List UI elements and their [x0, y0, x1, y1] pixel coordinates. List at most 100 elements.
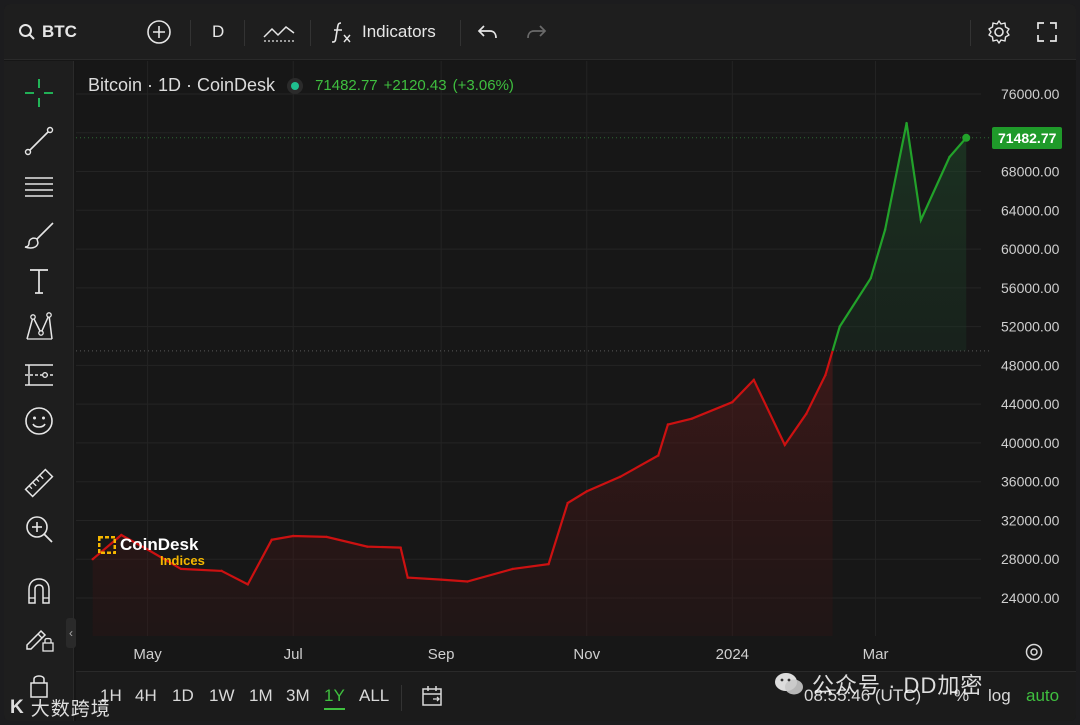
date-range-button[interactable] [420, 684, 444, 713]
log-toggle[interactable]: log [988, 686, 1011, 706]
text-tool[interactable] [21, 263, 57, 299]
data-point [511, 567, 514, 571]
drawing-toolbar: ‹ [4, 61, 76, 721]
data-point [690, 417, 693, 420]
coindesk-wordmark: CoinDesk [120, 535, 199, 554]
corner-text: 大数跨境 [30, 699, 111, 720]
settings-button[interactable] [986, 4, 1012, 60]
data-point [179, 567, 183, 571]
legend-change-pct: (+3.06%) [452, 77, 514, 94]
brand-mark-icon: K [10, 696, 25, 718]
toolbar-divider [244, 20, 245, 46]
time-tick-label: Sep [428, 646, 455, 663]
range-1y[interactable]: 1Y [324, 686, 345, 710]
measure-lines-icon [25, 364, 53, 386]
range-1d[interactable]: 1D [172, 686, 194, 706]
coindesk-logo: CoinDesk Indices [98, 535, 205, 568]
wechat-watermark: 公众号 · DD加密 [774, 668, 983, 700]
toolbar-divider [401, 685, 402, 711]
ruler-tool[interactable] [21, 465, 57, 501]
time-tick-label: Mar [863, 646, 889, 663]
brush-icon [24, 222, 54, 249]
toolbar-divider [970, 20, 971, 46]
data-point [270, 538, 273, 542]
data-point [220, 569, 223, 573]
legend-values: 71482.77 +2120.43 (+3.06%) [315, 77, 514, 94]
zoom-tool[interactable] [21, 511, 57, 547]
last-price-marker [962, 133, 971, 142]
add-circle-icon [147, 20, 171, 44]
legend-last: 71482.77 [315, 77, 378, 94]
interval-button[interactable]: D [212, 4, 224, 60]
auto-toggle[interactable]: auto [1026, 686, 1059, 706]
pattern-tool[interactable] [21, 309, 57, 345]
data-point [365, 545, 369, 548]
undo-icon [477, 25, 497, 39]
range-1m[interactable]: 1M [249, 686, 273, 706]
gear-icon [988, 20, 1010, 44]
price-chart[interactable]: 76000.00 68000.00 64000.00 60000.00 56000.00… [76, 61, 1076, 671]
data-point [399, 546, 402, 549]
lock-drawings-tool[interactable] [21, 619, 57, 655]
collapse-toolbar-button[interactable]: ‹ [66, 618, 76, 648]
redo-icon [527, 25, 547, 39]
pattern-icon [26, 312, 53, 340]
trendline-icon [24, 126, 54, 156]
text-icon [30, 269, 48, 294]
pencil-lock-icon [26, 629, 54, 652]
coindesk-mark-icon [98, 536, 116, 554]
data-point [566, 501, 569, 505]
legend-change: +2120.43 [383, 77, 447, 94]
price-tick-label: 36000.00 [1001, 474, 1060, 490]
indicators-label: Indicators [362, 22, 436, 41]
symbol-search-button[interactable]: BTC [18, 4, 77, 60]
target-icon [1025, 643, 1043, 661]
range-4h[interactable]: 4H [135, 686, 157, 706]
range-3m[interactable]: 3M [286, 686, 310, 706]
fullscreen-button[interactable] [1036, 4, 1058, 60]
undo-button[interactable] [476, 4, 498, 60]
data-point [666, 423, 670, 426]
prediction-tool[interactable] [21, 357, 57, 393]
price-tick-label: 60000.00 [1001, 241, 1060, 257]
reset-view-button[interactable] [1024, 642, 1044, 667]
down-area-fill [92, 350, 833, 636]
brush-tool[interactable] [21, 217, 57, 253]
price-tick-label: 24000.00 [1001, 590, 1060, 606]
data-point [805, 412, 808, 416]
emoji-tool[interactable] [21, 403, 57, 439]
chart-legend: Bitcoin · 1D · CoinDesk 71482.77 +2120.4… [88, 75, 514, 96]
data-point [439, 578, 443, 581]
price-tick-label: 48000.00 [1001, 357, 1060, 373]
data-point [869, 276, 872, 280]
crosshair-tool[interactable] [21, 75, 57, 111]
data-point [657, 454, 660, 457]
data-point [824, 373, 827, 377]
indicators-button[interactable]: Indicators [330, 4, 436, 60]
trendline-tool[interactable] [21, 123, 57, 159]
data-point [838, 325, 841, 328]
toolbar-divider [310, 20, 311, 46]
data-point [618, 475, 622, 479]
data-point [919, 218, 923, 222]
compare-button[interactable] [146, 4, 172, 60]
redo-button[interactable] [526, 4, 548, 60]
data-point [91, 558, 94, 561]
range-all[interactable]: ALL [359, 686, 389, 706]
zoom-in-icon [26, 516, 53, 543]
interval-label: D [212, 22, 225, 41]
price-tick-label: 68000.00 [1001, 164, 1060, 180]
magnet-tool[interactable] [21, 573, 57, 609]
price-tick-label: 44000.00 [1001, 396, 1060, 412]
price-tick-label: 40000.00 [1001, 435, 1060, 451]
price-tick-label: 52000.00 [1001, 319, 1060, 335]
price-tick-label: 28000.00 [1001, 551, 1060, 567]
data-point [325, 535, 328, 539]
magnet-icon [28, 578, 50, 604]
chart-pane[interactable]: 76000.00 68000.00 64000.00 60000.00 56000.00… [76, 61, 1076, 721]
range-1w[interactable]: 1W [209, 686, 235, 706]
data-point [883, 228, 887, 231]
chart-type-button[interactable] [262, 4, 296, 60]
calendar-icon [422, 686, 442, 706]
fib-tool[interactable] [21, 169, 57, 205]
